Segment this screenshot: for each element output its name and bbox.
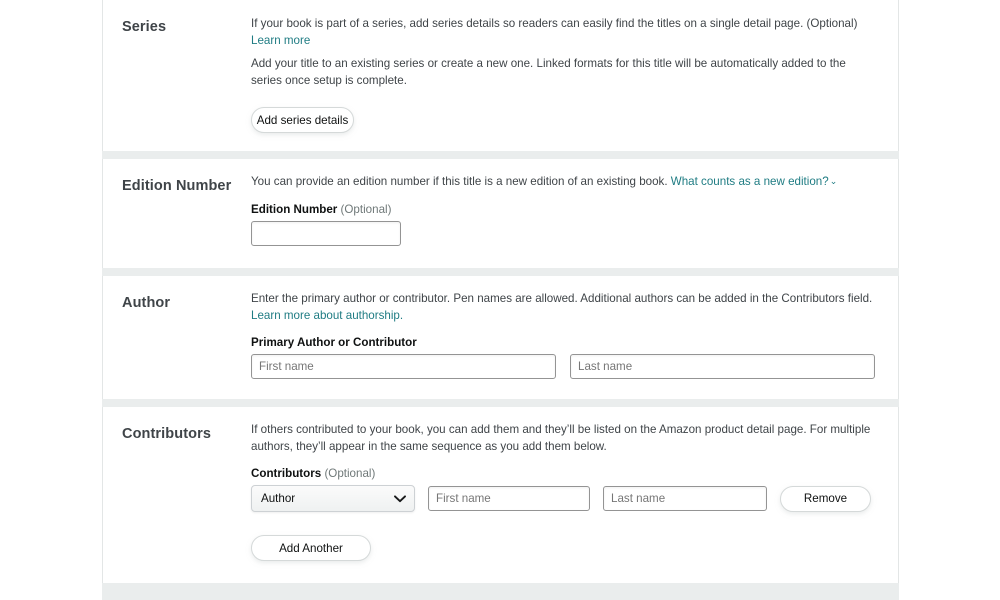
section-divider: [102, 151, 899, 159]
section-body-contributors: If others contributed to your book, you …: [251, 421, 898, 561]
section-divider: [102, 399, 899, 407]
what-counts-as-new-edition-link[interactable]: What counts as a new edition?: [671, 175, 829, 188]
edition-description-text: You can provide an edition number if thi…: [251, 175, 671, 188]
section-title-author: Author: [122, 295, 171, 311]
contributor-first-name-input[interactable]: [428, 486, 590, 511]
author-description: Enter the primary author or contributor.…: [251, 290, 875, 324]
author-name-row: [251, 354, 875, 379]
contributor-role-select-wrap: Author: [251, 485, 415, 512]
primary-author-field-label: Primary Author or Contributor: [251, 336, 417, 349]
contributor-row: Author Remove: [251, 485, 872, 512]
add-another-contributor-button[interactable]: Add Another: [251, 535, 371, 561]
section-body-author: Enter the primary author or contributor.…: [251, 290, 901, 379]
edition-number-label-text: Edition Number: [251, 203, 338, 216]
add-series-details-button[interactable]: Add series details: [251, 107, 354, 133]
contributors-label-text: Contributors: [251, 467, 322, 480]
contributors-description: If others contributed to your book, you …: [251, 423, 871, 453]
edition-number-optional-tag: (Optional): [340, 203, 392, 216]
contributor-last-name-input[interactable]: [603, 486, 767, 511]
learn-more-about-authorship-link[interactable]: Learn more about authorship.: [251, 309, 403, 322]
section-title-series: Series: [122, 19, 167, 35]
section-edition-number: Edition Number You can provide an editio…: [102, 159, 899, 268]
remove-contributor-button[interactable]: Remove: [780, 485, 871, 512]
section-body-series: If your book is part of a series, add se…: [251, 14, 898, 133]
contributors-optional-tag: (Optional): [324, 467, 376, 480]
author-description-text: Enter the primary author or contributor.…: [251, 292, 873, 305]
edition-number-input[interactable]: [251, 221, 401, 246]
edition-description: You can provide an edition number if thi…: [251, 173, 872, 191]
section-divider: [102, 268, 899, 276]
series-description-1-text: If your book is part of a series, add se…: [251, 17, 858, 30]
section-series: Series If your book is part of a series,…: [102, 0, 899, 151]
author-last-name-input[interactable]: [570, 354, 875, 379]
page-root: Series If your book is part of a series,…: [0, 0, 1000, 600]
section-title-edition-number: Edition Number: [122, 178, 232, 194]
section-title-contributors: Contributors: [122, 426, 211, 442]
series-description-1: If your book is part of a series, add se…: [251, 15, 872, 49]
contributors-field-label: Contributors (Optional): [251, 467, 872, 480]
chevron-down-icon[interactable]: ⌄: [830, 173, 838, 190]
series-learn-more-link[interactable]: Learn more: [251, 34, 310, 47]
section-body-edition-number: You can provide an edition number if thi…: [251, 173, 898, 246]
contributor-role-select[interactable]: Author: [251, 485, 415, 512]
series-description-2: Add your title to an existing series or …: [251, 57, 846, 87]
edition-number-field-label: Edition Number (Optional): [251, 203, 872, 216]
section-contributors: Contributors If others contributed to yo…: [102, 407, 899, 583]
section-author: Author Enter the primary author or contr…: [102, 276, 899, 399]
book-details-form: Series If your book is part of a series,…: [102, 0, 899, 600]
author-first-name-input[interactable]: [251, 354, 556, 379]
